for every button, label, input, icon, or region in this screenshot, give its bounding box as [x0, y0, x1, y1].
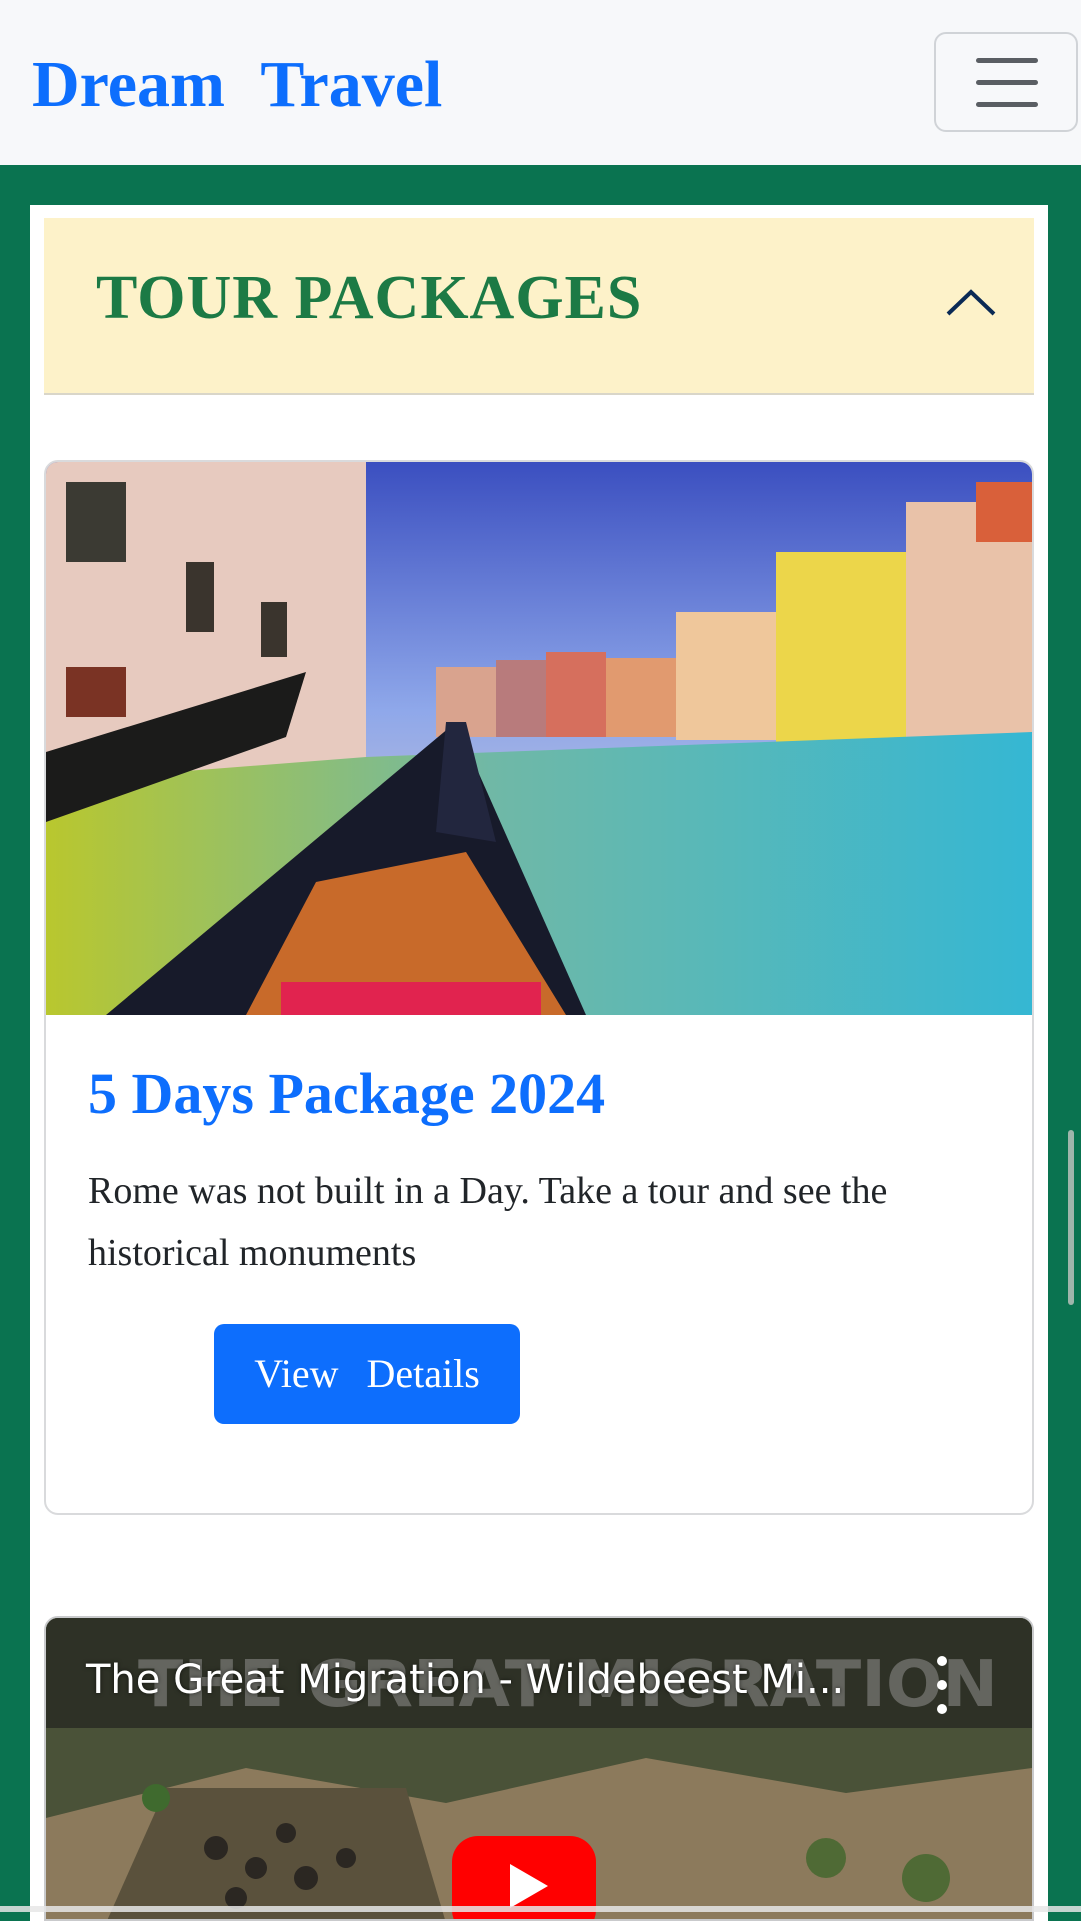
brand-logo[interactable]: Dream Travel — [32, 40, 442, 130]
scrollbar-thumb[interactable] — [1068, 1130, 1074, 1305]
package-description: Rome was not built in a Day. Take a tour… — [88, 1170, 888, 1274]
chevron-up-icon — [946, 289, 996, 316]
accordion-header-tour-packages[interactable]: TOUR PACKAGES — [44, 218, 1034, 395]
accordion-title: TOUR PACKAGES — [96, 264, 643, 332]
video-embed[interactable]: THE GREAT MIGRATION The Great Migration … — [44, 1616, 1034, 1921]
video-title[interactable]: The Great Migration - Wildebeest Mi... — [86, 1650, 844, 1710]
navbar-toggle-button[interactable] — [934, 32, 1078, 132]
package-card: 5 Days Package 2024 Rome was not built i… — [44, 460, 1034, 1515]
view-details-button[interactable]: View Details — [214, 1324, 520, 1424]
more-vertical-icon[interactable] — [930, 1656, 954, 1716]
venice-canal-image — [46, 462, 1032, 1015]
main-container: TOUR PACKAGES 5 Days Package 2024 Rome w… — [30, 205, 1048, 1921]
navbar: Dream Travel — [0, 0, 1081, 165]
package-title: 5 Days Package 2024 — [88, 1061, 606, 1126]
bottom-gesture-bar — [0, 1906, 1081, 1912]
